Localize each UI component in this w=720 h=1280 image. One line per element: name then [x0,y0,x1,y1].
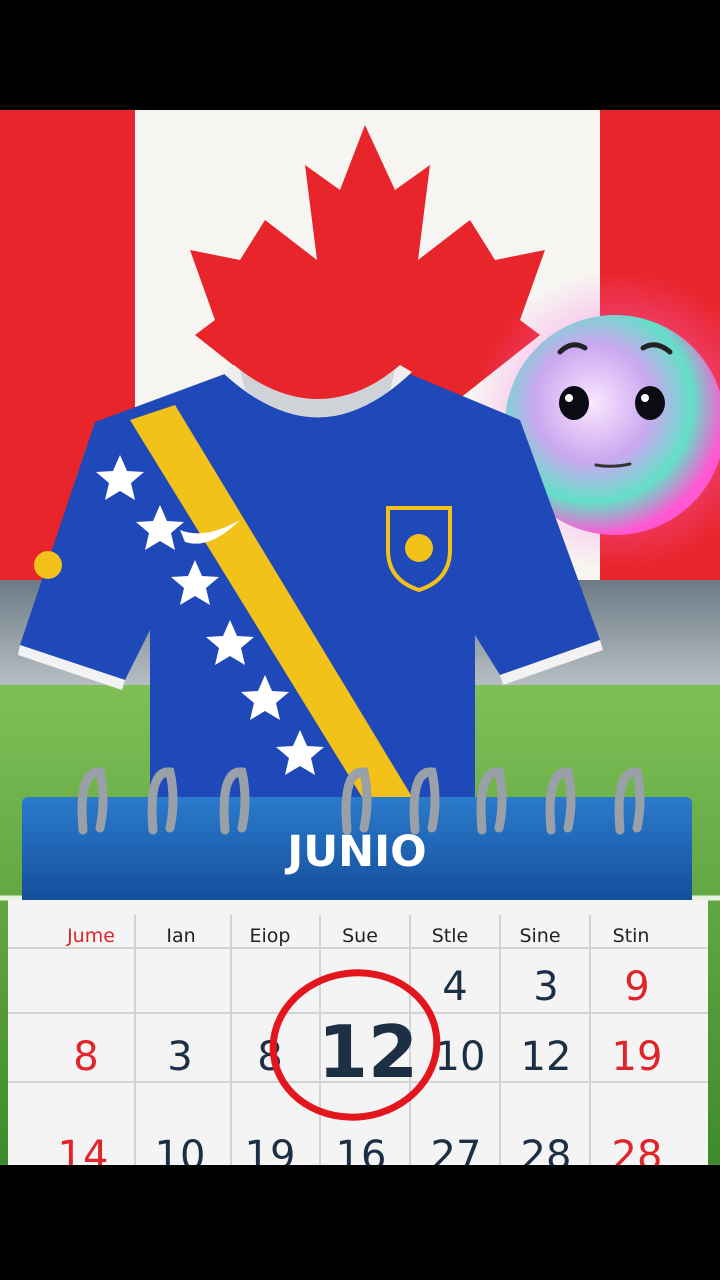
highlight-circle-overlay [269,969,441,1121]
calendar-grid: Jume Ian Eiop Sue Stle Sine Stin 4 3 9 8… [8,900,708,1165]
scene: JUNIO Jume Ian Eiop Sue Stle Sine Stin 4… [0,110,720,1165]
binder-rings [77,767,645,835]
highlight-circle [269,969,441,1121]
calendar: JUNIO Jume Ian Eiop Sue Stle Sine Stin 4… [0,760,720,1165]
sleeve-patch [34,551,62,579]
